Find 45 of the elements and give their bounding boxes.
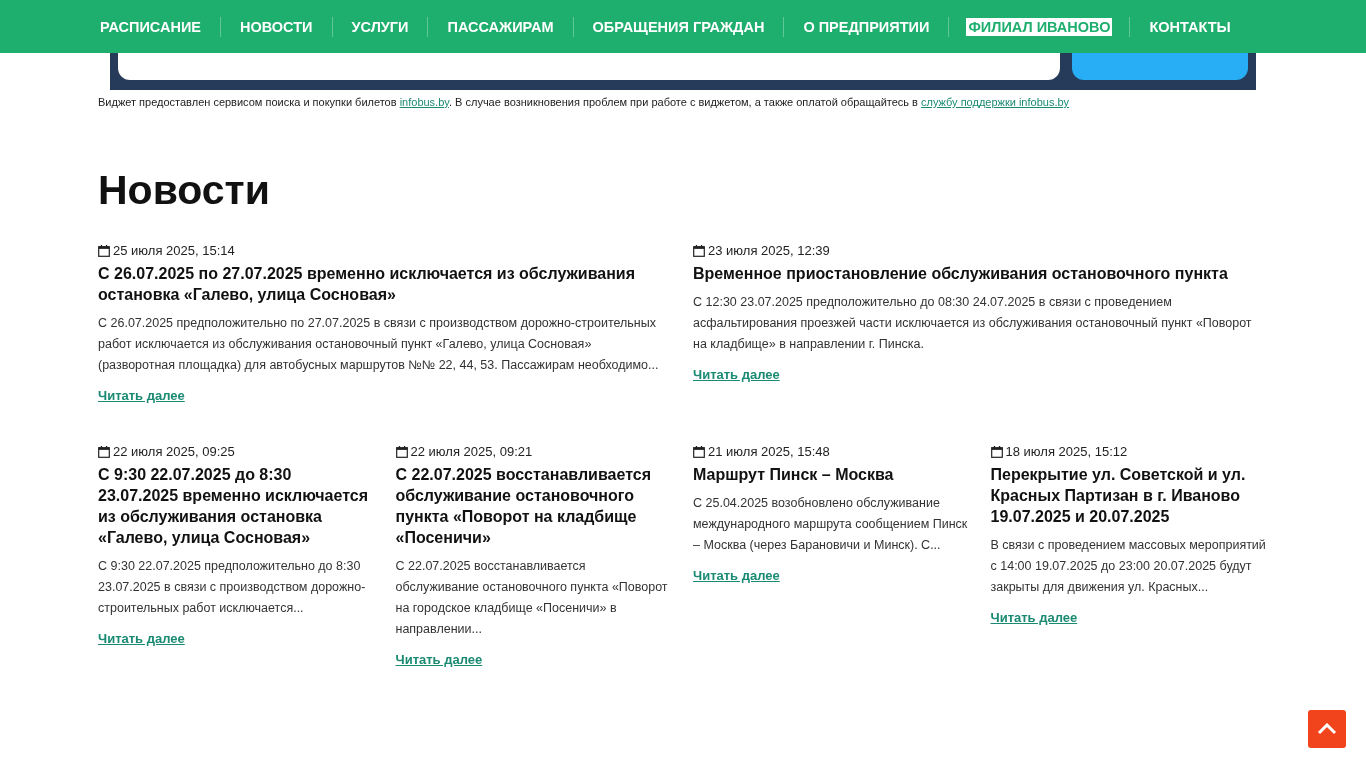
news-title[interactable]: С 9:30 22.07.2025 до 8:30 23.07.2025 временно исключается из обслуживания остановка «Галево, улица Сосновая» bbox=[98, 464, 374, 548]
nav-link[interactable]: ФИЛИАЛ ИВАНОВО bbox=[966, 17, 1113, 36]
read-more-link[interactable]: Читать далее bbox=[693, 568, 780, 583]
nav-link[interactable]: ПАССАЖИРАМ bbox=[445, 17, 556, 36]
news-date: 25 июля 2025, 15:14 bbox=[113, 243, 235, 258]
news-date: 18 июля 2025, 15:12 bbox=[1005, 444, 1128, 459]
search-button[interactable] bbox=[1072, 53, 1248, 80]
nav-link[interactable]: РАСПИСАНИЕ bbox=[98, 17, 203, 36]
news-title[interactable]: Временное приостановление обслуживания остановочного пункта bbox=[693, 263, 1266, 284]
news-excerpt: С 25.04.2025 возобновлено обслуживание международного маршрута сообщением Пинск – Москва (через Барановичи и Минск). С... bbox=[693, 495, 969, 554]
news-excerpt: С 9:30 22.07.2025 предположительно до 8:30 23.07.2025 в связи с производством дорожно-строительных работ исключается... bbox=[98, 558, 367, 617]
calendar-icon bbox=[395, 445, 408, 458]
news-title[interactable]: Маршрут Пинск – Москва bbox=[693, 464, 969, 485]
notice-link[interactable]: службу поддержки infobus.by bbox=[921, 96, 1070, 108]
calendar-icon bbox=[98, 244, 110, 257]
news-date: 22 июля 2025, 09:21 bbox=[410, 444, 533, 459]
calendar-icon bbox=[990, 445, 1003, 458]
read-more-link[interactable]: Читать далее bbox=[98, 631, 185, 646]
calendar-icon bbox=[693, 445, 705, 458]
read-more-link[interactable]: Читать далее bbox=[990, 610, 1078, 625]
news-excerpt: В связи с проведением массовых мероприятий с 14:00 19.07.2025 до 23:00 20.07.2025 будут закрыты для движения ул. Красных... bbox=[990, 537, 1266, 596]
nav-link[interactable]: КОНТАКТЫ bbox=[1147, 17, 1233, 36]
calendar-icon bbox=[98, 445, 110, 458]
news-date: 21 июля 2025, 15:48 bbox=[708, 444, 830, 459]
calendar-icon bbox=[693, 244, 705, 257]
section-heading: Новости bbox=[98, 167, 271, 213]
chevron-up-icon bbox=[1317, 723, 1337, 735]
nav-link[interactable]: УСЛУГИ bbox=[349, 17, 411, 36]
news-excerpt: С 26.07.2025 предположительно по 27.07.2025 в связи с производством дорожно-строительных работ исключается из обслуживания остановочный пункт «Галево, улица Сосновая» (разворотная площадка) для автобусных маршрутов №№ 22, 44, 53. Пассажирам необходимо... bbox=[98, 315, 660, 374]
news-excerpt: С 12:30 23.07.2025 предположительно до 08:30 24.07.2025 в связи с проведением асфальтирования проезжей части исключается из обслуживания остановочный пункт «Поворот на кладбище» в направлении г. Пинска. bbox=[693, 294, 1253, 353]
nav-link[interactable]: НОВОСТИ bbox=[238, 17, 315, 36]
news-title[interactable]: С 26.07.2025 по 27.07.2025 временно исключается из обслуживания остановка «Галево, улица Сосновая» bbox=[98, 263, 671, 305]
news-title[interactable]: С 22.07.2025 восстанавливается обслуживание остановочного пункта «Поворот на кладбище «Посеничи» bbox=[395, 464, 671, 548]
news-title[interactable]: Перекрытие ул. Советской и ул. Красных Партизан в г. Иваново 19.07.2025 и 20.07.2025 bbox=[990, 464, 1266, 527]
nav-link[interactable]: О ПРЕДПРИЯТИИ bbox=[801, 17, 932, 36]
nav-link[interactable]: ОБРАЩЕНИЯ ГРАЖДАН bbox=[590, 17, 767, 36]
read-more-link[interactable]: Читать далее bbox=[98, 388, 185, 403]
news-excerpt: С 22.07.2025 восстанавливается обслуживание остановочного пункта «Поворот на городское кладбище «Посеничи» в направлении... bbox=[395, 558, 669, 638]
news-date: 23 июля 2025, 12:39 bbox=[708, 243, 830, 258]
widget-notice: Виджет предоставлен сервисом поиска и покупки билетов infobus.by. В случае возникновения проблем при работе с виджетом, а также оплатой обращайтесь в службу поддержки infobus.by bbox=[98, 95, 1071, 109]
notice-link[interactable]: infobus.by bbox=[399, 96, 449, 108]
scroll-to-top-button[interactable] bbox=[1308, 710, 1346, 748]
read-more-link[interactable]: Читать далее bbox=[395, 652, 483, 667]
read-more-link[interactable]: Читать далее bbox=[693, 367, 780, 382]
news-date: 22 июля 2025, 09:25 bbox=[113, 444, 235, 459]
